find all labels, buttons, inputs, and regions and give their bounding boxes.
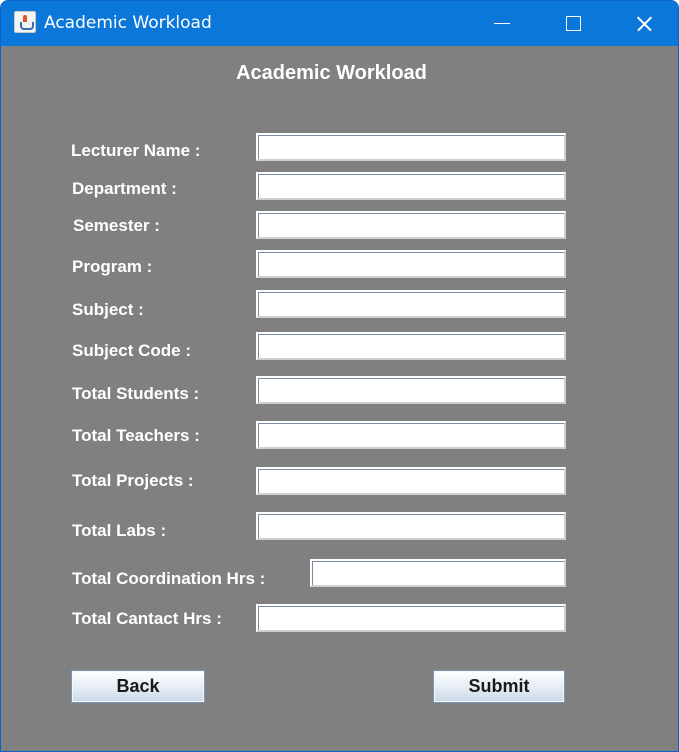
maximize-icon[interactable] (538, 1, 608, 46)
app-window: Academic Workload Academic Workload Lect… (0, 0, 679, 752)
window-title: Academic Workload (44, 13, 212, 33)
subject-code-label: Subject Code : (72, 341, 192, 360)
program-label: Program : (72, 257, 153, 276)
minimize-icon[interactable] (468, 1, 538, 46)
program-input[interactable] (256, 250, 566, 278)
total-labs-input[interactable] (256, 512, 566, 540)
total-projects-label: Total Projects : (72, 471, 194, 490)
total-contact-hrs-label: Total Cantact Hrs : (72, 609, 222, 628)
close-icon[interactable] (609, 1, 678, 46)
form-heading: Academic Workload (236, 62, 427, 84)
total-teachers-input[interactable] (256, 421, 566, 449)
department-input[interactable] (256, 172, 566, 200)
total-teachers-label: Total Teachers : (72, 426, 200, 445)
lecturer-name-input[interactable] (256, 133, 566, 161)
subject-input[interactable] (256, 290, 566, 318)
java-coffee-icon (14, 11, 36, 33)
total-contact-hrs-input[interactable] (256, 604, 566, 632)
total-labs-label: Total Labs : (72, 521, 167, 540)
lecturer-name-label: Lecturer Name : (71, 141, 201, 160)
semester-label: Semester : (73, 216, 160, 235)
total-coordination-hrs-input[interactable] (310, 559, 566, 587)
title-bar[interactable]: Academic Workload (1, 1, 678, 46)
back-button[interactable]: Back (71, 670, 205, 703)
subject-code-input[interactable] (256, 332, 566, 360)
total-projects-input[interactable] (256, 467, 566, 495)
semester-input[interactable] (256, 211, 566, 239)
submit-button[interactable]: Submit (433, 670, 565, 703)
total-students-label: Total Students : (72, 384, 200, 403)
total-students-input[interactable] (256, 376, 566, 404)
subject-label: Subject : (72, 300, 144, 319)
department-label: Department : (72, 179, 177, 198)
total-coordination-hrs-label: Total Coordination Hrs : (72, 569, 266, 588)
